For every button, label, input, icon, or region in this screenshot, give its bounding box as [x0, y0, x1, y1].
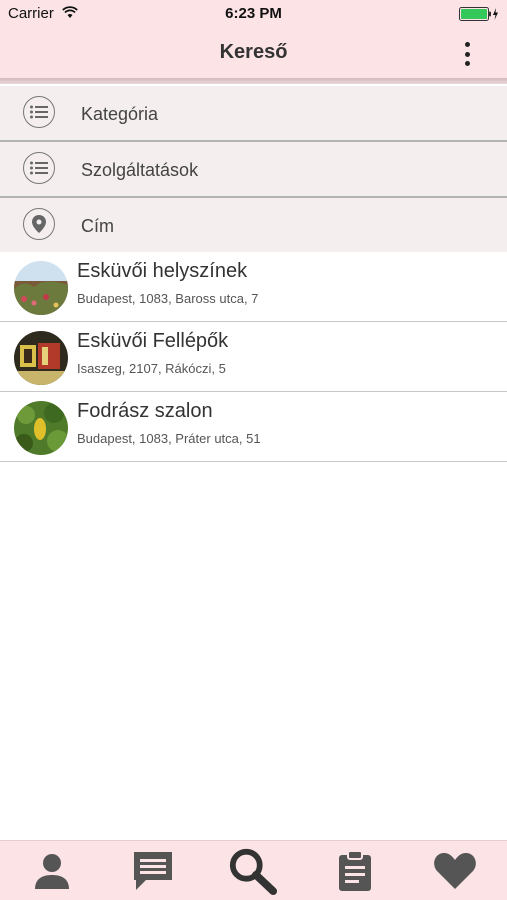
avatar — [14, 261, 68, 315]
list-item[interactable]: Esküvői Fellépők Isaszeg, 2107, Rákóczi,… — [0, 322, 507, 392]
filter-label: Szolgáltatások — [81, 160, 199, 180]
filter-label: Kategória — [81, 104, 159, 124]
tab-tasks[interactable] — [330, 849, 380, 893]
chat-icon — [134, 852, 172, 890]
filter-label: Cím — [81, 216, 114, 236]
status-time: 6:23 PM — [225, 5, 282, 22]
heart-icon — [434, 853, 476, 889]
tab-profile[interactable] — [27, 849, 77, 893]
clipboard-icon — [339, 850, 371, 891]
tab-search[interactable] — [228, 848, 278, 896]
page-title: Kereső — [219, 41, 288, 63]
item-address: Budapest, 1083, Práter utca, 51 — [77, 431, 261, 446]
filter-category[interactable]: Kategória — [0, 86, 507, 142]
status-bar: Carrier 6:23 PM — [0, 0, 507, 28]
navigation-bar: Kereső — [0, 28, 507, 78]
search-icon — [229, 848, 278, 896]
avatar — [14, 401, 68, 455]
item-address: Budapest, 1083, Baross utca, 7 — [77, 291, 259, 306]
avatar — [14, 331, 68, 385]
location-pin-icon — [23, 208, 55, 240]
item-title: Esküvői Fellépők — [77, 330, 229, 352]
charging-icon — [493, 8, 498, 20]
tab-messages[interactable] — [128, 849, 178, 893]
list-icon — [23, 152, 55, 184]
item-address: Isaszeg, 2107, Rákóczi, 5 — [77, 361, 226, 376]
tab-favorites[interactable] — [430, 849, 480, 893]
more-vertical-icon[interactable] — [461, 42, 473, 66]
item-title: Esküvői helyszínek — [77, 260, 248, 282]
battery-icon — [459, 7, 498, 21]
item-title: Fodrász szalon — [77, 400, 213, 422]
list-icon — [23, 96, 55, 128]
filter-address[interactable]: Cím — [0, 198, 507, 254]
list-item[interactable]: Esküvői helyszínek Budapest, 1083, Baros… — [0, 252, 507, 322]
list-item[interactable]: Fodrász szalon Budapest, 1083, Práter ut… — [0, 392, 507, 462]
tab-bar — [0, 840, 507, 900]
search-screen: Carrier 6:23 PM Kereső Kategória Szolgál… — [0, 0, 507, 900]
nav-divider — [0, 78, 507, 84]
filter-services[interactable]: Szolgáltatások — [0, 142, 507, 198]
person-icon — [35, 854, 69, 889]
